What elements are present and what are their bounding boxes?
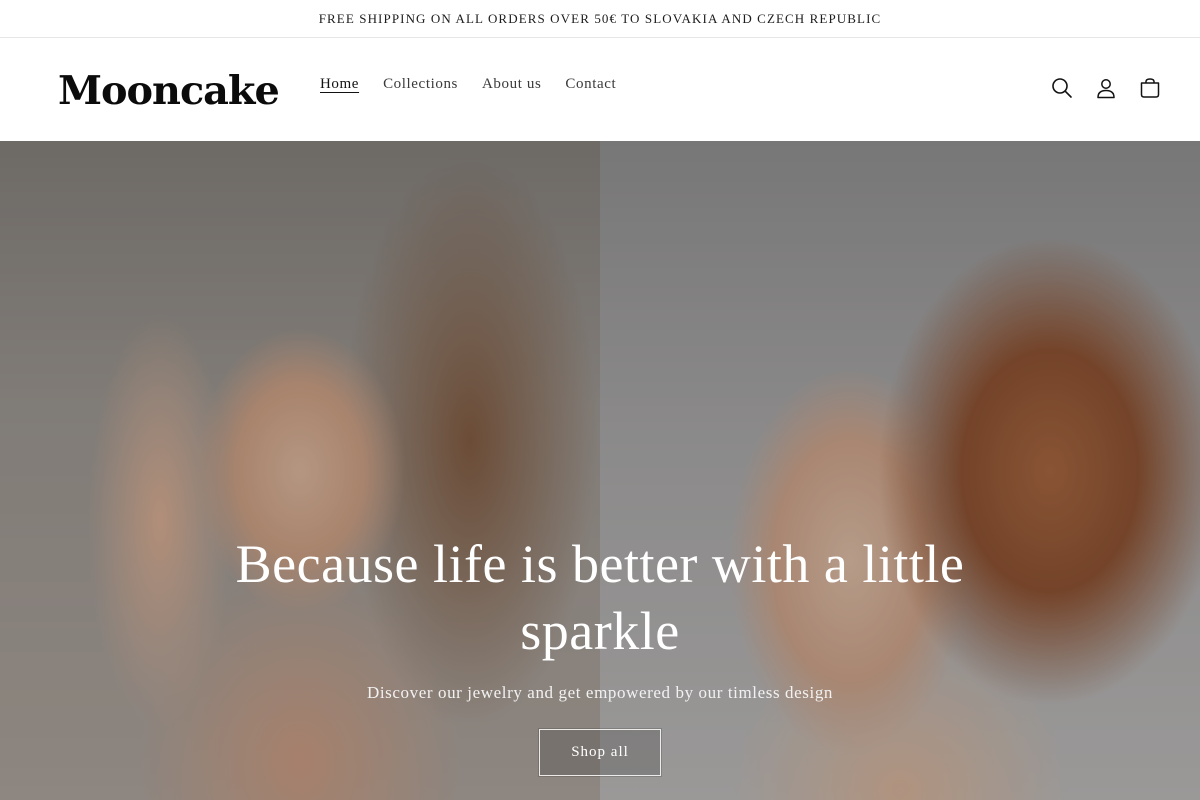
nav-item-contact[interactable]: Contact	[553, 76, 628, 93]
shop-all-button[interactable]: Shop all	[539, 729, 661, 776]
main-nav: Home Collections About us Contact	[308, 76, 628, 93]
hero-content: Because life is better with a little spa…	[0, 531, 1200, 776]
header-icons	[1050, 76, 1162, 100]
logo[interactable]: Mooncake	[58, 68, 280, 114]
nav-item-collections[interactable]: Collections	[371, 76, 470, 93]
account-icon[interactable]	[1094, 76, 1118, 100]
announcement-bar: FREE SHIPPING ON ALL ORDERS OVER 50€ TO …	[0, 0, 1200, 38]
hero-banner: Because life is better with a little spa…	[0, 141, 1200, 800]
site-header: Mooncake Home Collections About us Conta…	[0, 38, 1200, 141]
search-icon[interactable]	[1050, 76, 1074, 100]
nav-item-about-us[interactable]: About us	[470, 76, 553, 93]
hero-title: Because life is better with a little spa…	[235, 534, 965, 661]
hero-subtitle: Discover our jewelry and get empowered b…	[366, 683, 834, 702]
cart-icon[interactable]	[1138, 76, 1162, 100]
announcement-text: FREE SHIPPING ON ALL ORDERS OVER 50€ TO …	[318, 10, 882, 26]
nav-item-home[interactable]: Home	[308, 76, 371, 93]
